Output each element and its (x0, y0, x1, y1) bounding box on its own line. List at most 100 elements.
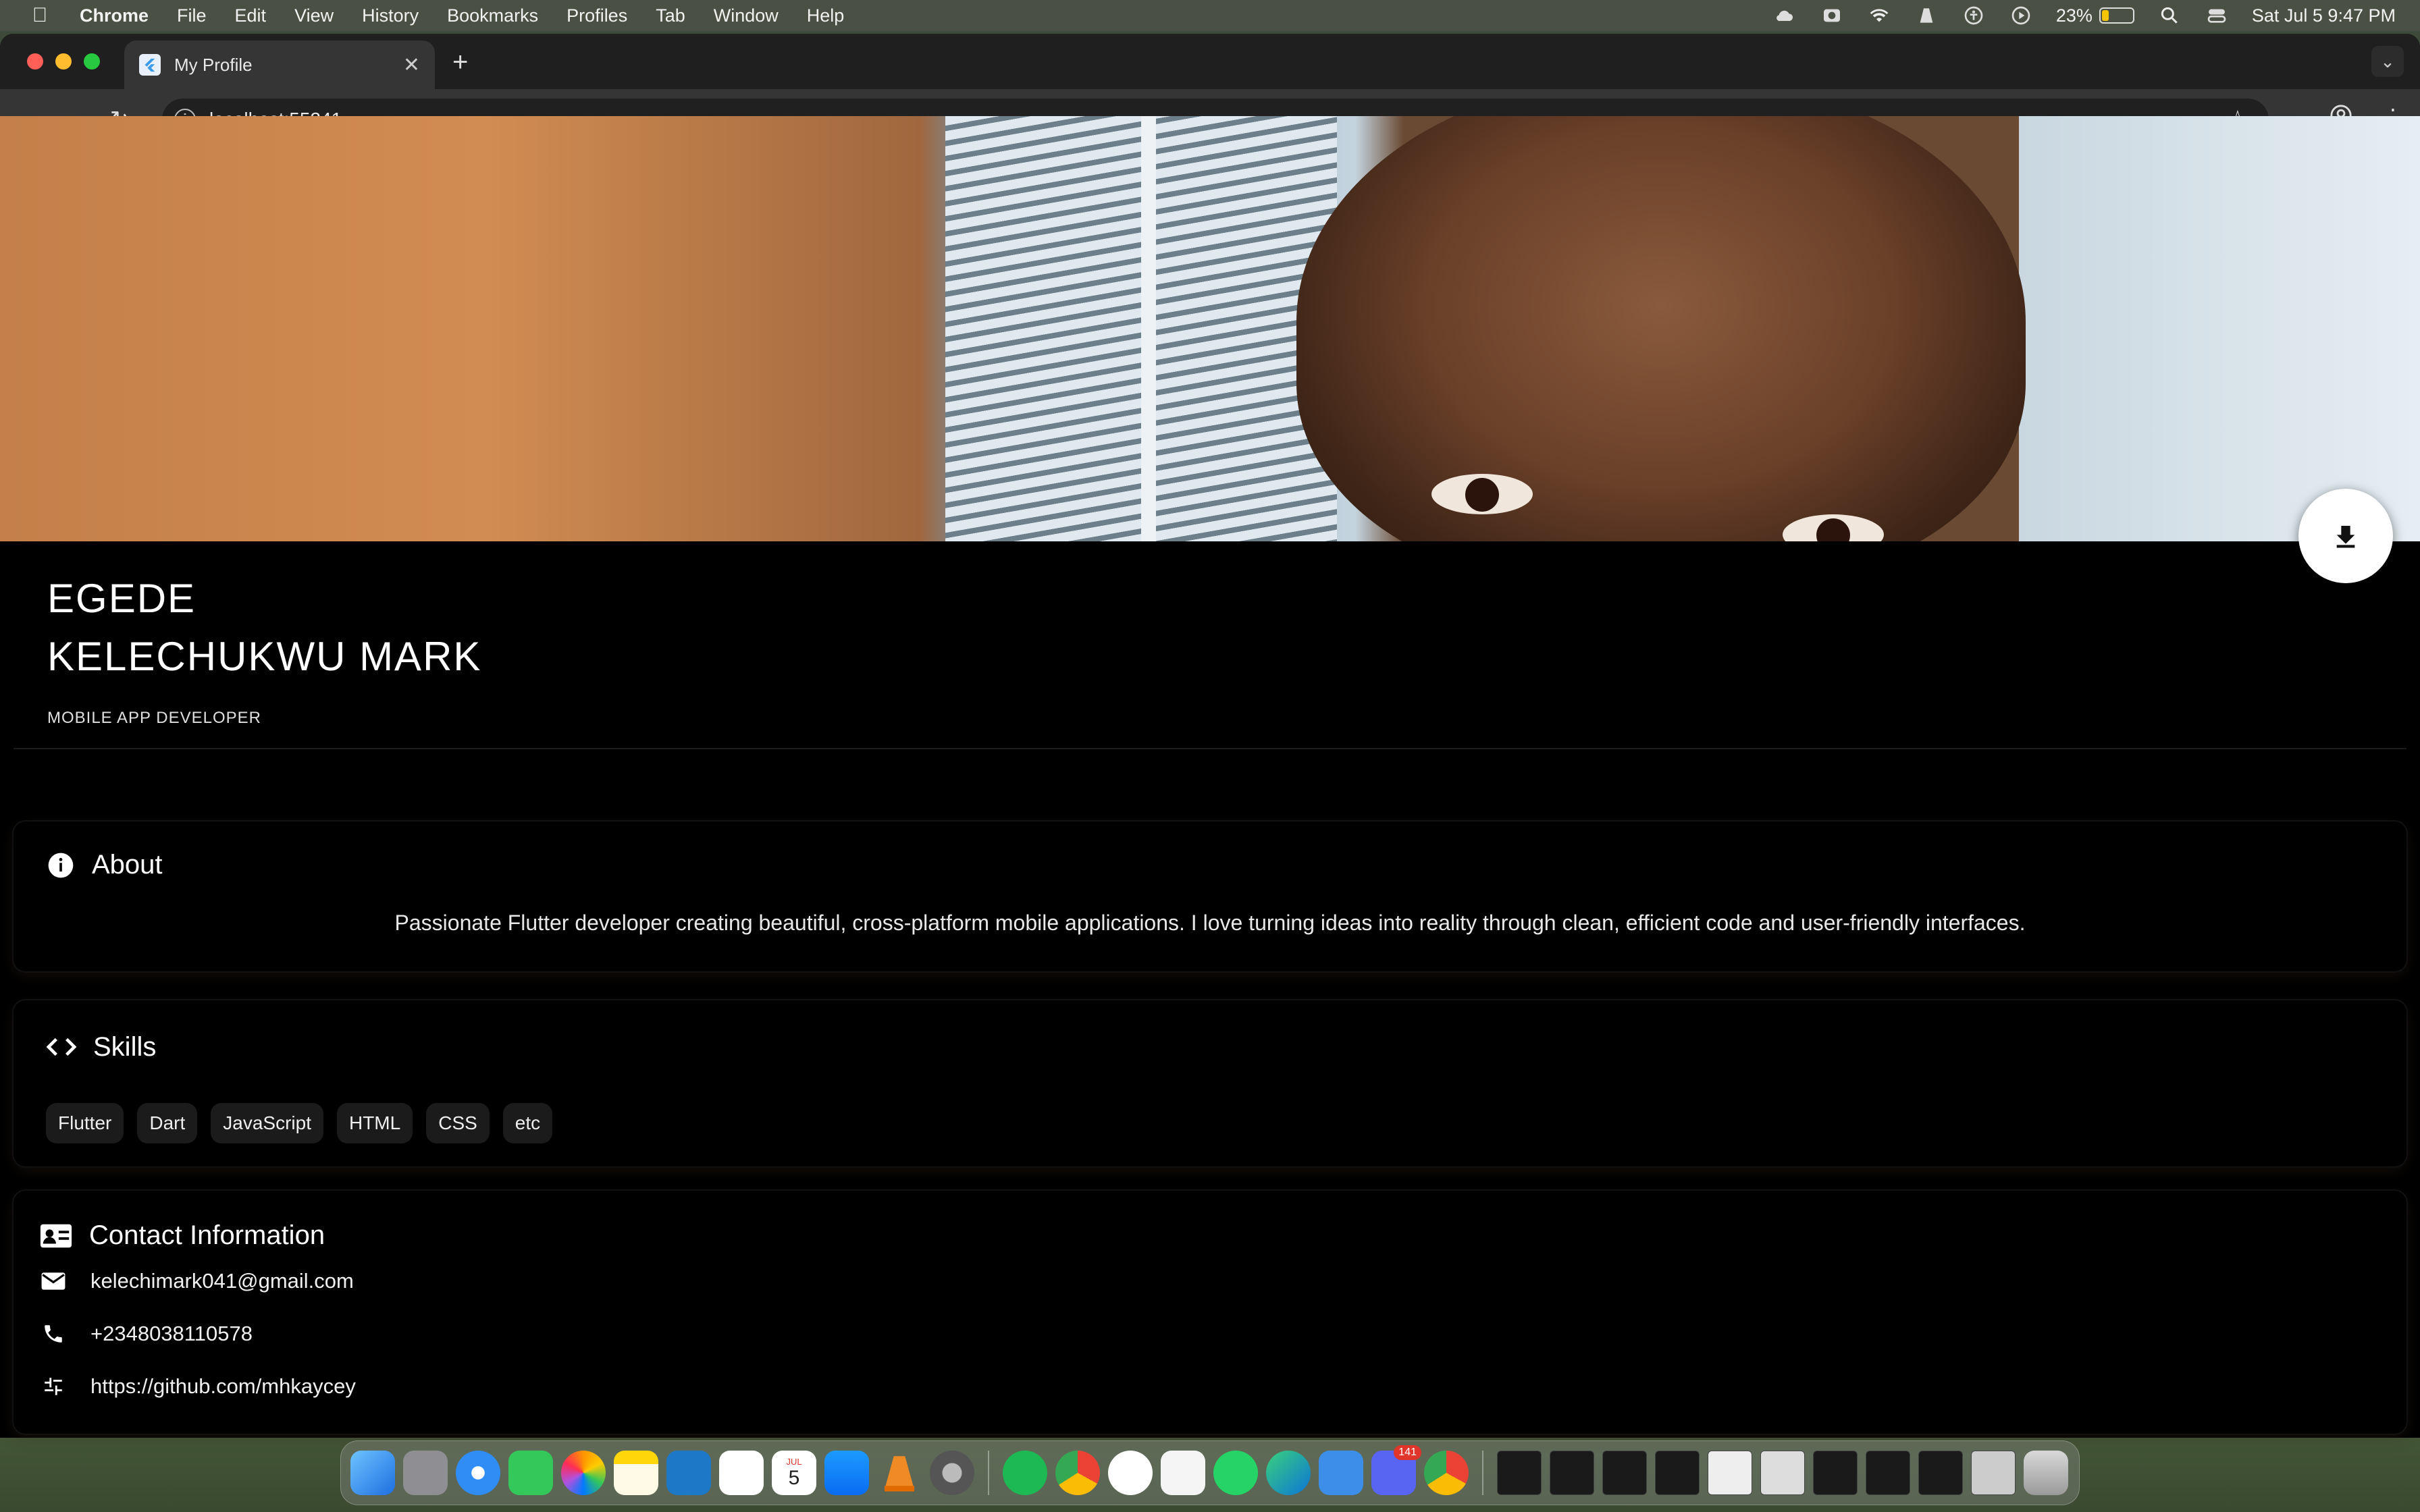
launchpad-icon[interactable] (403, 1451, 448, 1495)
camera-icon[interactable] (1820, 5, 1844, 26)
menu-app-name[interactable]: Chrome (80, 5, 149, 26)
app-store-icon[interactable] (824, 1451, 869, 1495)
play-icon[interactable] (2009, 5, 2033, 26)
contact-title: Contact Information (89, 1220, 325, 1250)
skill-chip[interactable]: CSS (426, 1103, 490, 1143)
system-settings-icon[interactable] (930, 1451, 974, 1495)
photos-icon[interactable] (561, 1451, 606, 1495)
close-window-button[interactable] (27, 53, 43, 70)
finder-icon[interactable] (350, 1451, 395, 1495)
tab-search-chevron-icon[interactable]: ⌄ (2371, 46, 2404, 77)
profile-role: MOBILE APP DEVELOPER (47, 709, 262, 727)
cover-photo-face (1296, 116, 2026, 541)
reminders-icon[interactable] (719, 1451, 764, 1495)
xcode-icon[interactable] (1319, 1451, 1363, 1495)
cloud-icon[interactable] (1772, 5, 1797, 26)
dock-separator (1482, 1451, 1483, 1495)
minimized-window-thumbnail[interactable] (1971, 1451, 2016, 1495)
minimized-window-thumbnail[interactable] (1813, 1451, 1858, 1495)
battery-icon (2099, 7, 2134, 24)
window-controls (27, 53, 100, 70)
notes-icon[interactable] (614, 1451, 658, 1495)
safari-icon[interactable] (456, 1451, 500, 1495)
minimized-window-thumbnail[interactable] (1655, 1451, 1700, 1495)
zoom-window-button[interactable] (84, 53, 100, 70)
battery-fill (2101, 10, 2109, 21)
wifi-icon[interactable] (1867, 5, 1891, 26)
search-icon[interactable] (2157, 5, 2182, 26)
info-icon (48, 853, 74, 878)
vlc-icon[interactable] (1914, 5, 1939, 26)
contact-email[interactable]: kelechimark041@gmail.com (90, 1269, 354, 1293)
menubar-clock[interactable]: Sat Jul 5 9:47 PM (2252, 5, 2396, 26)
download-button[interactable] (2298, 489, 2393, 583)
messages-icon[interactable] (508, 1451, 553, 1495)
whatsapp-icon[interactable] (1213, 1451, 1258, 1495)
vscode-icon[interactable] (666, 1451, 711, 1495)
menu-view[interactable]: View (294, 5, 334, 26)
menu-profiles[interactable]: Profiles (567, 5, 627, 26)
about-header: About (46, 850, 163, 880)
contact-phone-row[interactable]: +2348038110578 (41, 1322, 253, 1346)
skills-card: Skills Flutter Dart JavaScript HTML CSS … (14, 1000, 2406, 1166)
menu-file[interactable]: File (177, 5, 207, 26)
discord-icon[interactable]: 141 (1371, 1445, 1421, 1495)
tab-close-icon[interactable]: ✕ (403, 53, 420, 77)
dock: JUL 5 141 (340, 1440, 2080, 1505)
download-icon (2336, 526, 2355, 548)
skill-chip[interactable]: HTML (336, 1103, 413, 1143)
minimized-window-thumbnail[interactable] (1497, 1451, 1542, 1495)
tab-title: My Profile (174, 54, 253, 75)
accessibility-icon[interactable] (1962, 5, 1986, 26)
minimized-window-thumbnail[interactable] (1602, 1451, 1647, 1495)
menu-tab[interactable]: Tab (656, 5, 685, 26)
skills-title: Skills (93, 1031, 157, 1062)
contact-email-row[interactable]: kelechimark041@gmail.com (41, 1269, 354, 1293)
menu-help[interactable]: Help (807, 5, 845, 26)
menu-edit[interactable]: Edit (235, 5, 267, 26)
spotify-icon[interactable] (1003, 1451, 1047, 1495)
about-title: About (92, 850, 163, 880)
profile-page: EGEDE KELECHUKWU MARK MOBILE APP DEVELOP… (0, 116, 2420, 1434)
menu-bookmarks[interactable]: Bookmarks (447, 5, 538, 26)
anthropic-icon[interactable] (1161, 1451, 1205, 1495)
contact-github[interactable]: https://github.com/mhkaycey (90, 1374, 356, 1399)
minimized-window-thumbnail[interactable] (1550, 1451, 1594, 1495)
calendar-icon[interactable]: JUL 5 (772, 1451, 816, 1495)
skill-chip[interactable]: Flutter (46, 1103, 124, 1143)
menu-history[interactable]: History (362, 5, 419, 26)
chrome-canary-icon[interactable] (1424, 1451, 1469, 1495)
contact-card-icon (40, 1224, 72, 1247)
minimized-window-thumbnail[interactable] (1866, 1451, 1910, 1495)
control-center-icon[interactable] (2205, 5, 2229, 26)
vlc-dock-icon[interactable] (877, 1451, 922, 1495)
dock-separator (988, 1451, 989, 1495)
profile-header: EGEDE KELECHUKWU MARK MOBILE APP DEVELOP… (14, 541, 2406, 749)
minimized-window-thumbnail[interactable] (1708, 1451, 1752, 1495)
profile-name-line2: KELECHUKWU MARK (47, 634, 482, 679)
new-tab-button[interactable]: + (452, 47, 468, 78)
skill-chip[interactable]: Dart (137, 1103, 198, 1143)
minimize-window-button[interactable] (55, 53, 72, 70)
contact-phone[interactable]: +2348038110578 (90, 1322, 253, 1346)
minimized-window-thumbnail[interactable] (1760, 1451, 1805, 1495)
skill-chip[interactable]: JavaScript (211, 1103, 323, 1143)
apple-menu-icon[interactable]:  (24, 4, 55, 27)
email-icon (41, 1272, 65, 1290)
menu-window[interactable]: Window (714, 5, 779, 26)
minimized-window-thumbnail[interactable] (1918, 1451, 1963, 1495)
trash-icon[interactable] (2024, 1451, 2068, 1495)
cover-photo-blinds-bar (1141, 116, 1156, 541)
chrome-icon[interactable] (1055, 1451, 1100, 1495)
contact-github-row[interactable]: https://github.com/mhkaycey (41, 1374, 356, 1399)
edge-icon[interactable] (1266, 1451, 1311, 1495)
phone-icon (45, 1325, 62, 1343)
cover-photo-wall (2019, 116, 2420, 541)
skill-chip[interactable]: etc (502, 1103, 553, 1143)
contact-card: Contact Information kelechimark041@gmail… (14, 1191, 2406, 1434)
menubar:  Chrome File Edit View History Bookmark… (0, 0, 2420, 31)
simulator-icon[interactable] (1108, 1451, 1153, 1495)
about-card: About Passionate Flutter developer creat… (14, 821, 2406, 971)
tab-my-profile[interactable]: My Profile ✕ (124, 40, 435, 89)
battery-indicator[interactable]: 23% (2056, 5, 2134, 26)
